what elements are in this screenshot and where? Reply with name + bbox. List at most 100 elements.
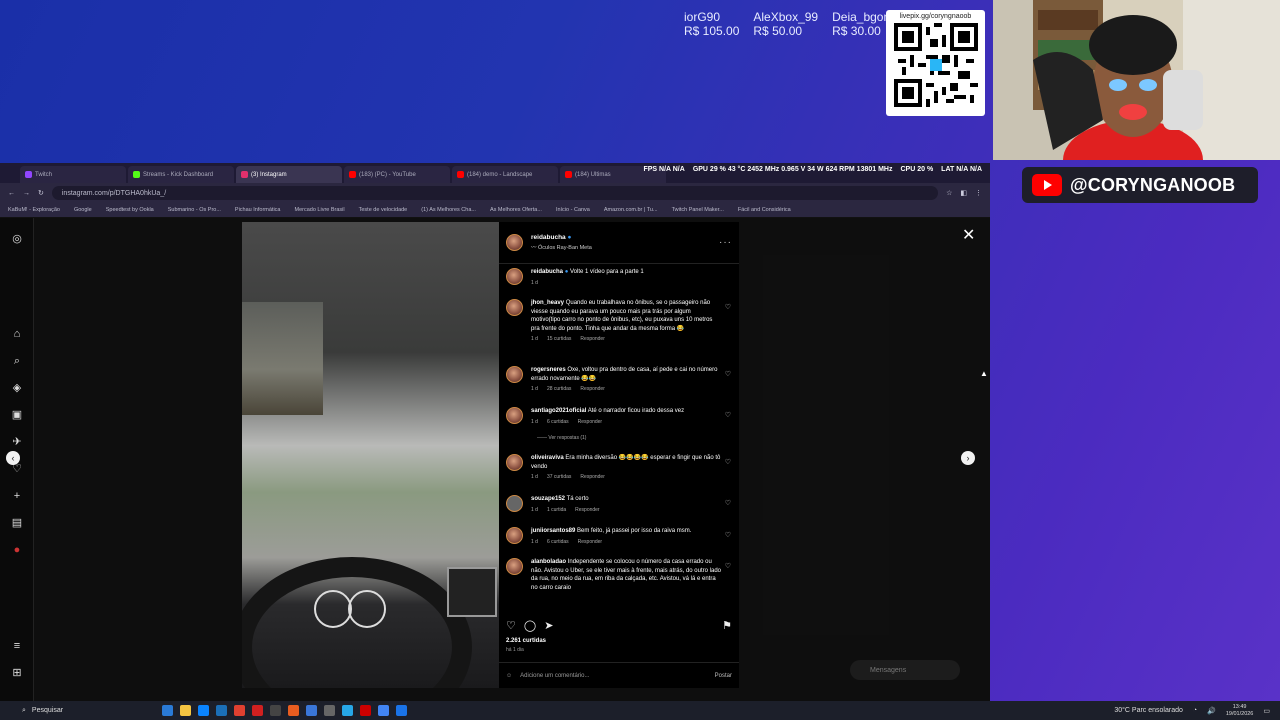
like-comment-icon[interactable]: ♡ <box>725 370 731 378</box>
dashboard-icon[interactable]: ▤ <box>11 517 23 529</box>
url-field[interactable]: instagram.com/p/DTGHA0hkUa_/ <box>51 186 939 200</box>
post-comment-button[interactable]: Postar <box>715 673 732 679</box>
bookmark[interactable]: Twitch Panel Maker... <box>672 207 724 213</box>
app-icon[interactable] <box>270 705 281 716</box>
app-icon[interactable] <box>396 705 407 716</box>
more-menu-icon[interactable]: ≡ <box>11 640 23 652</box>
tab-twitch[interactable]: Twitch <box>20 166 126 183</box>
avatar[interactable] <box>506 558 523 575</box>
post-author[interactable]: reidabucha ● <box>531 234 592 241</box>
steam-icon[interactable] <box>216 705 227 716</box>
like-count[interactable]: 2.261 curtidas <box>506 638 546 644</box>
file-explorer-icon[interactable] <box>180 705 191 716</box>
close-icon[interactable]: ✕ <box>962 225 975 245</box>
network-icon[interactable]: ◔ <box>1193 707 1197 714</box>
avatar[interactable] <box>506 454 523 471</box>
reply-button[interactable]: Responder <box>578 538 602 547</box>
avatar[interactable] <box>506 527 523 544</box>
comment-user[interactable]: reidabucha <box>531 269 563 275</box>
meta-apps-icon[interactable]: ⊞ <box>11 667 23 679</box>
bookmark-icon[interactable]: ⚑ <box>722 619 732 635</box>
comment-user[interactable]: jhon_heavy <box>531 300 564 306</box>
extensions-icon[interactable]: ◧ <box>960 189 967 197</box>
bookmark[interactable]: Google <box>74 207 92 213</box>
tab-youtube-2[interactable]: (184) demo - Landscape <box>452 166 558 183</box>
avatar[interactable] <box>506 366 523 383</box>
clock[interactable]: 13:49 19/01/2026 <box>1226 704 1254 718</box>
tab-kick[interactable]: Streams - Kick Dashboard <box>128 166 234 183</box>
comment-user[interactable]: souzape152 <box>531 496 565 502</box>
edge-icon[interactable] <box>162 705 173 716</box>
comment-user[interactable]: alanboladao <box>531 559 566 565</box>
reply-button[interactable]: Responder <box>580 473 604 482</box>
bookmark[interactable]: (1) As Melhores Cha... <box>421 207 476 213</box>
avatar[interactable] <box>506 299 523 316</box>
share-icon[interactable]: ➤ <box>544 619 553 635</box>
app-icon[interactable] <box>234 705 245 716</box>
reel-video[interactable] <box>242 222 499 688</box>
bookmark[interactable]: Speedtest by Ookla <box>106 207 154 213</box>
app-icon[interactable] <box>306 705 317 716</box>
avatar[interactable] <box>506 407 523 424</box>
telegram-icon[interactable] <box>342 705 353 716</box>
post-subtitle[interactable]: 〰 Óculos Ray-Ban Meta <box>531 243 592 251</box>
like-comment-icon[interactable]: ♡ <box>725 411 731 419</box>
comment-user[interactable]: rogersneres <box>531 367 566 373</box>
comment-input[interactable]: Adicione um comentário... <box>520 673 589 679</box>
app-icon[interactable] <box>360 705 371 716</box>
prev-post-icon[interactable]: ‹ <box>6 451 20 465</box>
like-comment-icon[interactable]: ♡ <box>725 499 731 507</box>
store-icon[interactable] <box>198 705 209 716</box>
like-comment-icon[interactable]: ♡ <box>725 562 731 570</box>
notification-icon[interactable]: ▭ <box>1263 707 1270 715</box>
comment-icon[interactable]: ◯ <box>524 619 536 635</box>
like-comment-icon[interactable]: ♡ <box>725 303 731 311</box>
messages-icon[interactable]: ✈ <box>11 436 23 448</box>
star-icon[interactable]: ☆ <box>946 189 952 197</box>
profile-icon[interactable]: ● <box>11 544 23 556</box>
reply-button[interactable]: Responder <box>580 335 604 344</box>
reload-icon[interactable]: ↻ <box>38 189 44 197</box>
avatar[interactable] <box>506 495 523 512</box>
like-icon[interactable]: ♡ <box>506 619 516 635</box>
obs-icon[interactable] <box>324 705 335 716</box>
tab-youtube-1[interactable]: (183) (PC) - YouTube <box>344 166 450 183</box>
more-options-icon[interactable]: ··· <box>719 237 732 248</box>
bookmark[interactable]: Início - Canva <box>556 207 590 213</box>
back-icon[interactable]: ← <box>8 190 15 197</box>
reply-button[interactable]: Responder <box>580 385 604 394</box>
comment-likes[interactable]: 6 curtidas <box>547 418 569 427</box>
search-icon[interactable]: ⌕ <box>11 355 23 367</box>
firefox-icon[interactable] <box>288 705 299 716</box>
messages-button[interactable]: Mensagens <box>850 660 960 680</box>
comment-user[interactable]: santiago2021oficial <box>531 408 586 414</box>
avatar[interactable] <box>506 268 523 285</box>
forward-icon[interactable]: → <box>23 190 30 197</box>
home-icon[interactable]: ⌂ <box>11 328 23 340</box>
explore-icon[interactable]: ◈ <box>11 382 23 394</box>
bookmark[interactable]: Submarino - Os Pro... <box>168 207 221 213</box>
emoji-icon[interactable]: ☺ <box>506 673 512 679</box>
like-comment-icon[interactable]: ♡ <box>725 458 731 466</box>
view-replies-link[interactable]: —— Ver respostas (1) <box>537 435 586 441</box>
comment-user[interactable]: oliveiraviva <box>531 455 564 461</box>
bookmark[interactable]: Mercado Livre Brasil <box>294 207 344 213</box>
next-post-icon[interactable]: › <box>961 451 975 465</box>
bookmark[interactable]: KaBuM! - Exploração <box>8 207 60 213</box>
weather-widget[interactable]: 30°C Parc ensolarado <box>1114 707 1183 714</box>
menu-icon[interactable]: ⋮ <box>975 189 982 197</box>
volume-icon[interactable]: 🔊 <box>1207 707 1216 715</box>
comment-likes[interactable]: 37 curtidas <box>547 473 571 482</box>
bookmark[interactable]: Fácil and Considérica <box>738 207 791 213</box>
reels-icon[interactable]: ▣ <box>11 409 23 421</box>
comment-user[interactable]: juniiorsantos89 <box>531 528 575 534</box>
create-icon[interactable]: + <box>11 490 23 502</box>
instagram-logo-icon[interactable]: ◎ <box>11 233 23 245</box>
comment-likes[interactable]: 6 curtidas <box>547 538 569 547</box>
comment-likes[interactable]: 15 curtidas <box>547 335 571 344</box>
bookmark[interactable]: Amazon.com.br | Tu... <box>604 207 658 213</box>
comment-likes[interactable]: 28 curtidas <box>547 385 571 394</box>
taskbar-search[interactable]: ⌕ Pesquisar <box>22 703 142 718</box>
app-icon[interactable] <box>252 705 263 716</box>
bookmark[interactable]: Pichau Informática <box>235 207 281 213</box>
